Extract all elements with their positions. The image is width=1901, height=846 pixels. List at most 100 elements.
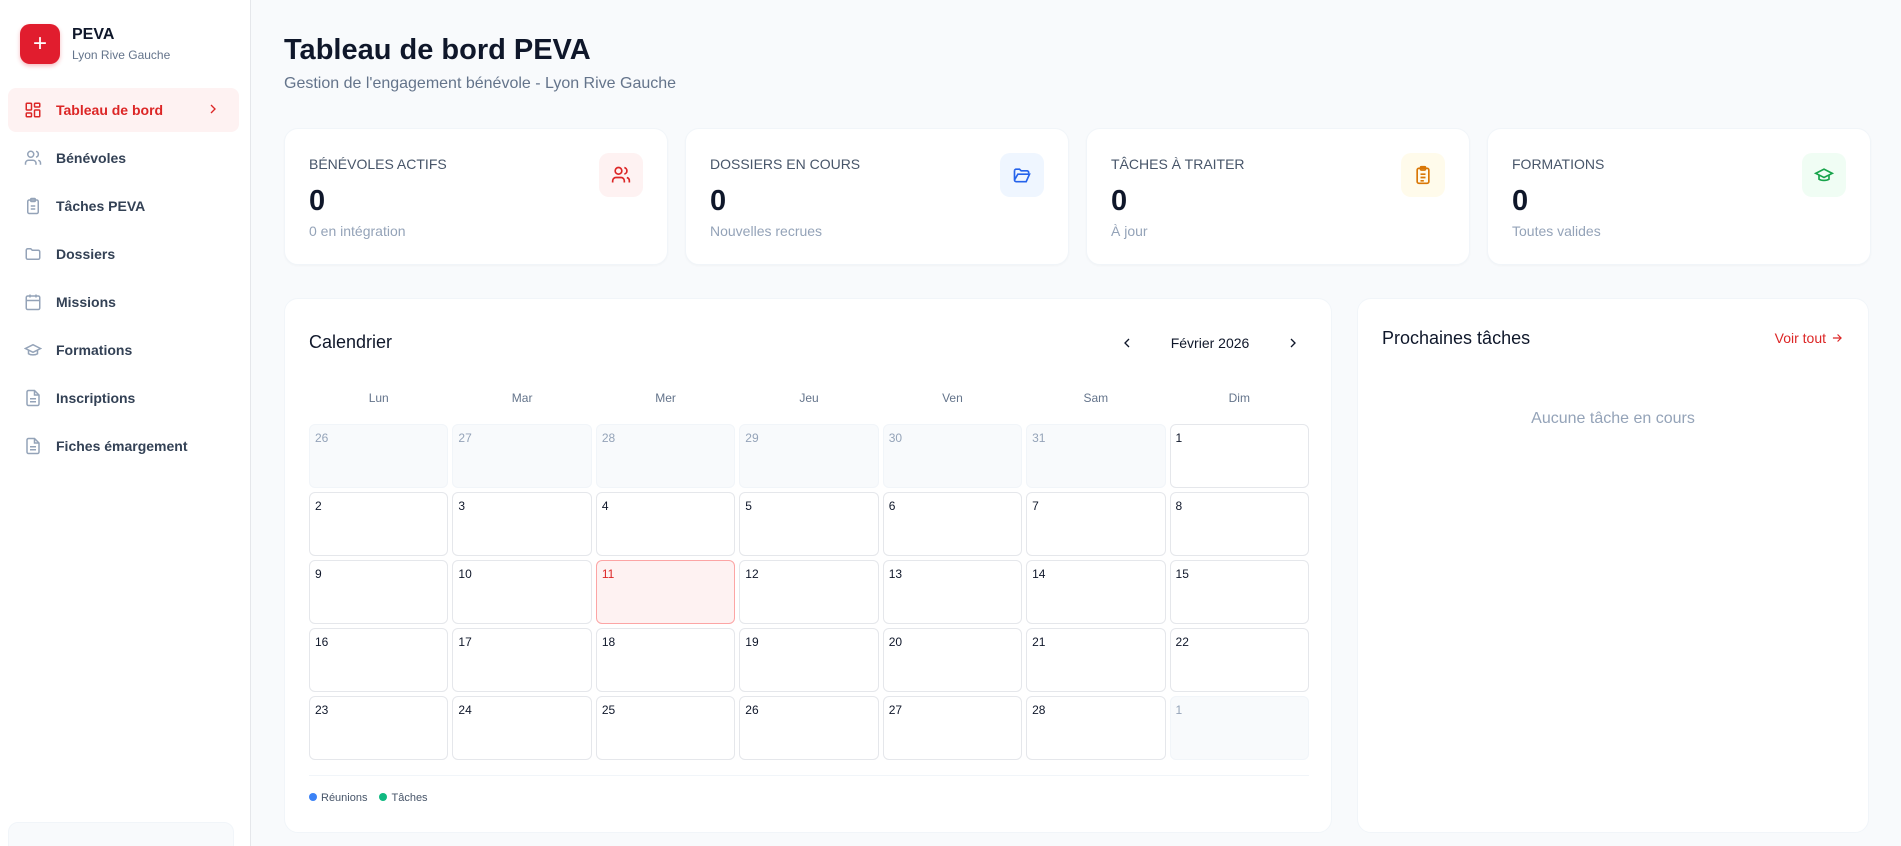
calendar-day[interactable]: 28 (1026, 696, 1166, 760)
calendar-day[interactable]: 27 (882, 696, 1023, 760)
sidebar-item-tableau-de-bord[interactable]: Tableau de bord (8, 88, 239, 132)
view-all-link[interactable]: Voir tout (1775, 330, 1844, 346)
legend-item: Tâches (379, 792, 428, 804)
legend-label: Réunions (321, 792, 368, 804)
dashboard-icon (24, 100, 44, 120)
calendar-day[interactable]: 19 (739, 628, 879, 692)
weekday-label: Lun (368, 391, 389, 405)
calendar-icon (24, 292, 44, 312)
calendar-day[interactable]: 1 (1169, 424, 1309, 488)
stat-label: DOSSIERS EN COURS (710, 156, 861, 172)
chevron-right-icon (205, 101, 221, 120)
page-title: Tableau de bord PEVA (284, 34, 591, 66)
stat-label: BÉNÉVOLES ACTIFS (309, 156, 447, 172)
clipboard-icon (24, 196, 44, 216)
calendar-day[interactable]: 26 (739, 696, 879, 760)
calendar-day[interactable]: 21 (1026, 628, 1166, 692)
file-icon (24, 388, 44, 408)
user-panel[interactable] (8, 822, 234, 846)
sidebar-item-formations[interactable]: Formations (8, 328, 239, 372)
calendar-day[interactable]: 31 (1026, 424, 1166, 488)
main-content: Tableau de bord PEVA Gestion de l'engage… (252, 0, 1901, 846)
file-icon (24, 436, 44, 456)
calendar-month: Février 2026 (1170, 335, 1250, 351)
calendar-day[interactable]: 14 (1026, 560, 1166, 624)
calendar-day-today[interactable]: 11 (595, 560, 736, 624)
sidebar-item-missions[interactable]: Missions (8, 280, 239, 324)
calendar-day[interactable]: 22 (1169, 628, 1309, 692)
calendar-day[interactable]: 29 (739, 424, 879, 488)
calendar-day[interactable]: 7 (1026, 492, 1166, 556)
stat-card-dossiers: DOSSIERS EN COURS 0 Nouvelles recrues (685, 128, 1069, 265)
upcoming-tasks-card: Prochaines tâches Voir tout Aucune tâche… (1357, 298, 1869, 833)
plus-icon: + (20, 24, 60, 64)
sidebar-nav: Tableau de bord Bénévoles Tâches PEVA Do… (8, 88, 239, 472)
chevron-right-icon (1290, 338, 1296, 348)
calendar-day[interactable]: 26 (309, 424, 449, 488)
calendar-day[interactable]: 17 (452, 628, 592, 692)
next-month-button[interactable] (1275, 325, 1311, 361)
legend-dot-icon (309, 793, 317, 801)
stats-row: BÉNÉVOLES ACTIFS 0 0 en intégration DOSS… (284, 128, 1871, 265)
page-subtitle: Gestion de l'engagement bénévole - Lyon … (284, 75, 677, 92)
calendar-day[interactable]: 15 (1169, 560, 1309, 624)
sidebar-item-label: Tableau de bord (56, 102, 164, 118)
sidebar-item-label: Dossiers (56, 246, 116, 262)
calendar-day[interactable]: 20 (882, 628, 1023, 692)
weekday-label: Dim (1228, 391, 1250, 405)
weekday-label: Ven (942, 391, 963, 405)
chevron-left-icon (1124, 338, 1130, 348)
legend-item: Réunions (309, 792, 367, 804)
calendar-day[interactable]: 10 (452, 560, 592, 624)
calendar-day[interactable]: 3 (452, 492, 592, 556)
calendar-day[interactable]: 30 (882, 424, 1023, 488)
brand[interactable]: + PEVA Lyon Rive Gauche (20, 24, 170, 64)
stat-card-benevoles: BÉNÉVOLES ACTIFS 0 0 en intégration (284, 128, 668, 265)
calendar-day[interactable]: 23 (309, 696, 449, 760)
calendar-grid: 26 27 28 29 30 31 1 2 3 4 5 6 7 8 9 10 11 12 13 14 15 16 17 18 1… (309, 424, 1309, 760)
calendar-day[interactable]: 9 (309, 560, 449, 624)
weekday-label: Jeu (799, 391, 819, 405)
calendar-day[interactable]: 27 (452, 424, 592, 488)
calendar-day[interactable]: 16 (309, 628, 449, 692)
clipboard-list-icon (1401, 153, 1445, 197)
calendar-legend: Réunions Tâches (309, 775, 1309, 804)
calendar-card: Calendrier Février 2026 Lun Mar Mer Jeu Ven S… (284, 298, 1332, 833)
sidebar-item-label: Fiches émargement (56, 438, 188, 454)
calendar-day[interactable]: 1 (1169, 696, 1309, 760)
sidebar-item-benevoles[interactable]: Bénévoles (8, 136, 239, 180)
calendar-day[interactable]: 8 (1169, 492, 1309, 556)
sidebar-item-fiches-emargement[interactable]: Fiches émargement (8, 424, 239, 468)
prev-month-button[interactable] (1109, 325, 1145, 361)
sidebar-item-inscriptions[interactable]: Inscriptions (8, 376, 239, 420)
users-icon (599, 153, 643, 197)
calendar-day[interactable]: 18 (595, 628, 736, 692)
weekday-label: Mer (655, 391, 676, 405)
calendar-day[interactable]: 12 (739, 560, 879, 624)
stat-subtext: Nouvelles recrues (710, 223, 823, 239)
stat-card-taches: TÂCHES À TRAITER 0 À jour (1086, 128, 1470, 265)
graduation-cap-icon (24, 340, 44, 360)
calendar-day[interactable]: 28 (595, 424, 736, 488)
sidebar-item-label: Bénévoles (56, 150, 127, 166)
calendar-day[interactable]: 13 (882, 560, 1023, 624)
stat-subtext: 0 en intégration (309, 223, 406, 239)
stat-label: FORMATIONS (1512, 156, 1605, 172)
calendar-day[interactable]: 6 (882, 492, 1023, 556)
calendar-day[interactable]: 25 (595, 696, 736, 760)
sidebar-item-dossiers[interactable]: Dossiers (8, 232, 239, 276)
calendar-day[interactable]: 24 (452, 696, 592, 760)
calendar-day[interactable]: 4 (595, 492, 736, 556)
stat-value: 0 (309, 185, 326, 217)
stat-subtext: À jour (1111, 223, 1148, 239)
calendar-day[interactable]: 2 (309, 492, 449, 556)
calendar-day[interactable]: 5 (739, 492, 879, 556)
folder-icon (24, 244, 44, 264)
stat-card-formations: FORMATIONS 0 Toutes valides (1487, 128, 1871, 265)
folder-open-icon (1000, 153, 1044, 197)
tasks-empty-state: Aucune tâche en cours (1531, 410, 1695, 427)
stat-value: 0 (1512, 185, 1529, 217)
brand-subtitle: Lyon Rive Gauche (72, 48, 171, 62)
sidebar-item-label: Missions (56, 294, 116, 310)
sidebar-item-taches-peva[interactable]: Tâches PEVA (8, 184, 239, 228)
